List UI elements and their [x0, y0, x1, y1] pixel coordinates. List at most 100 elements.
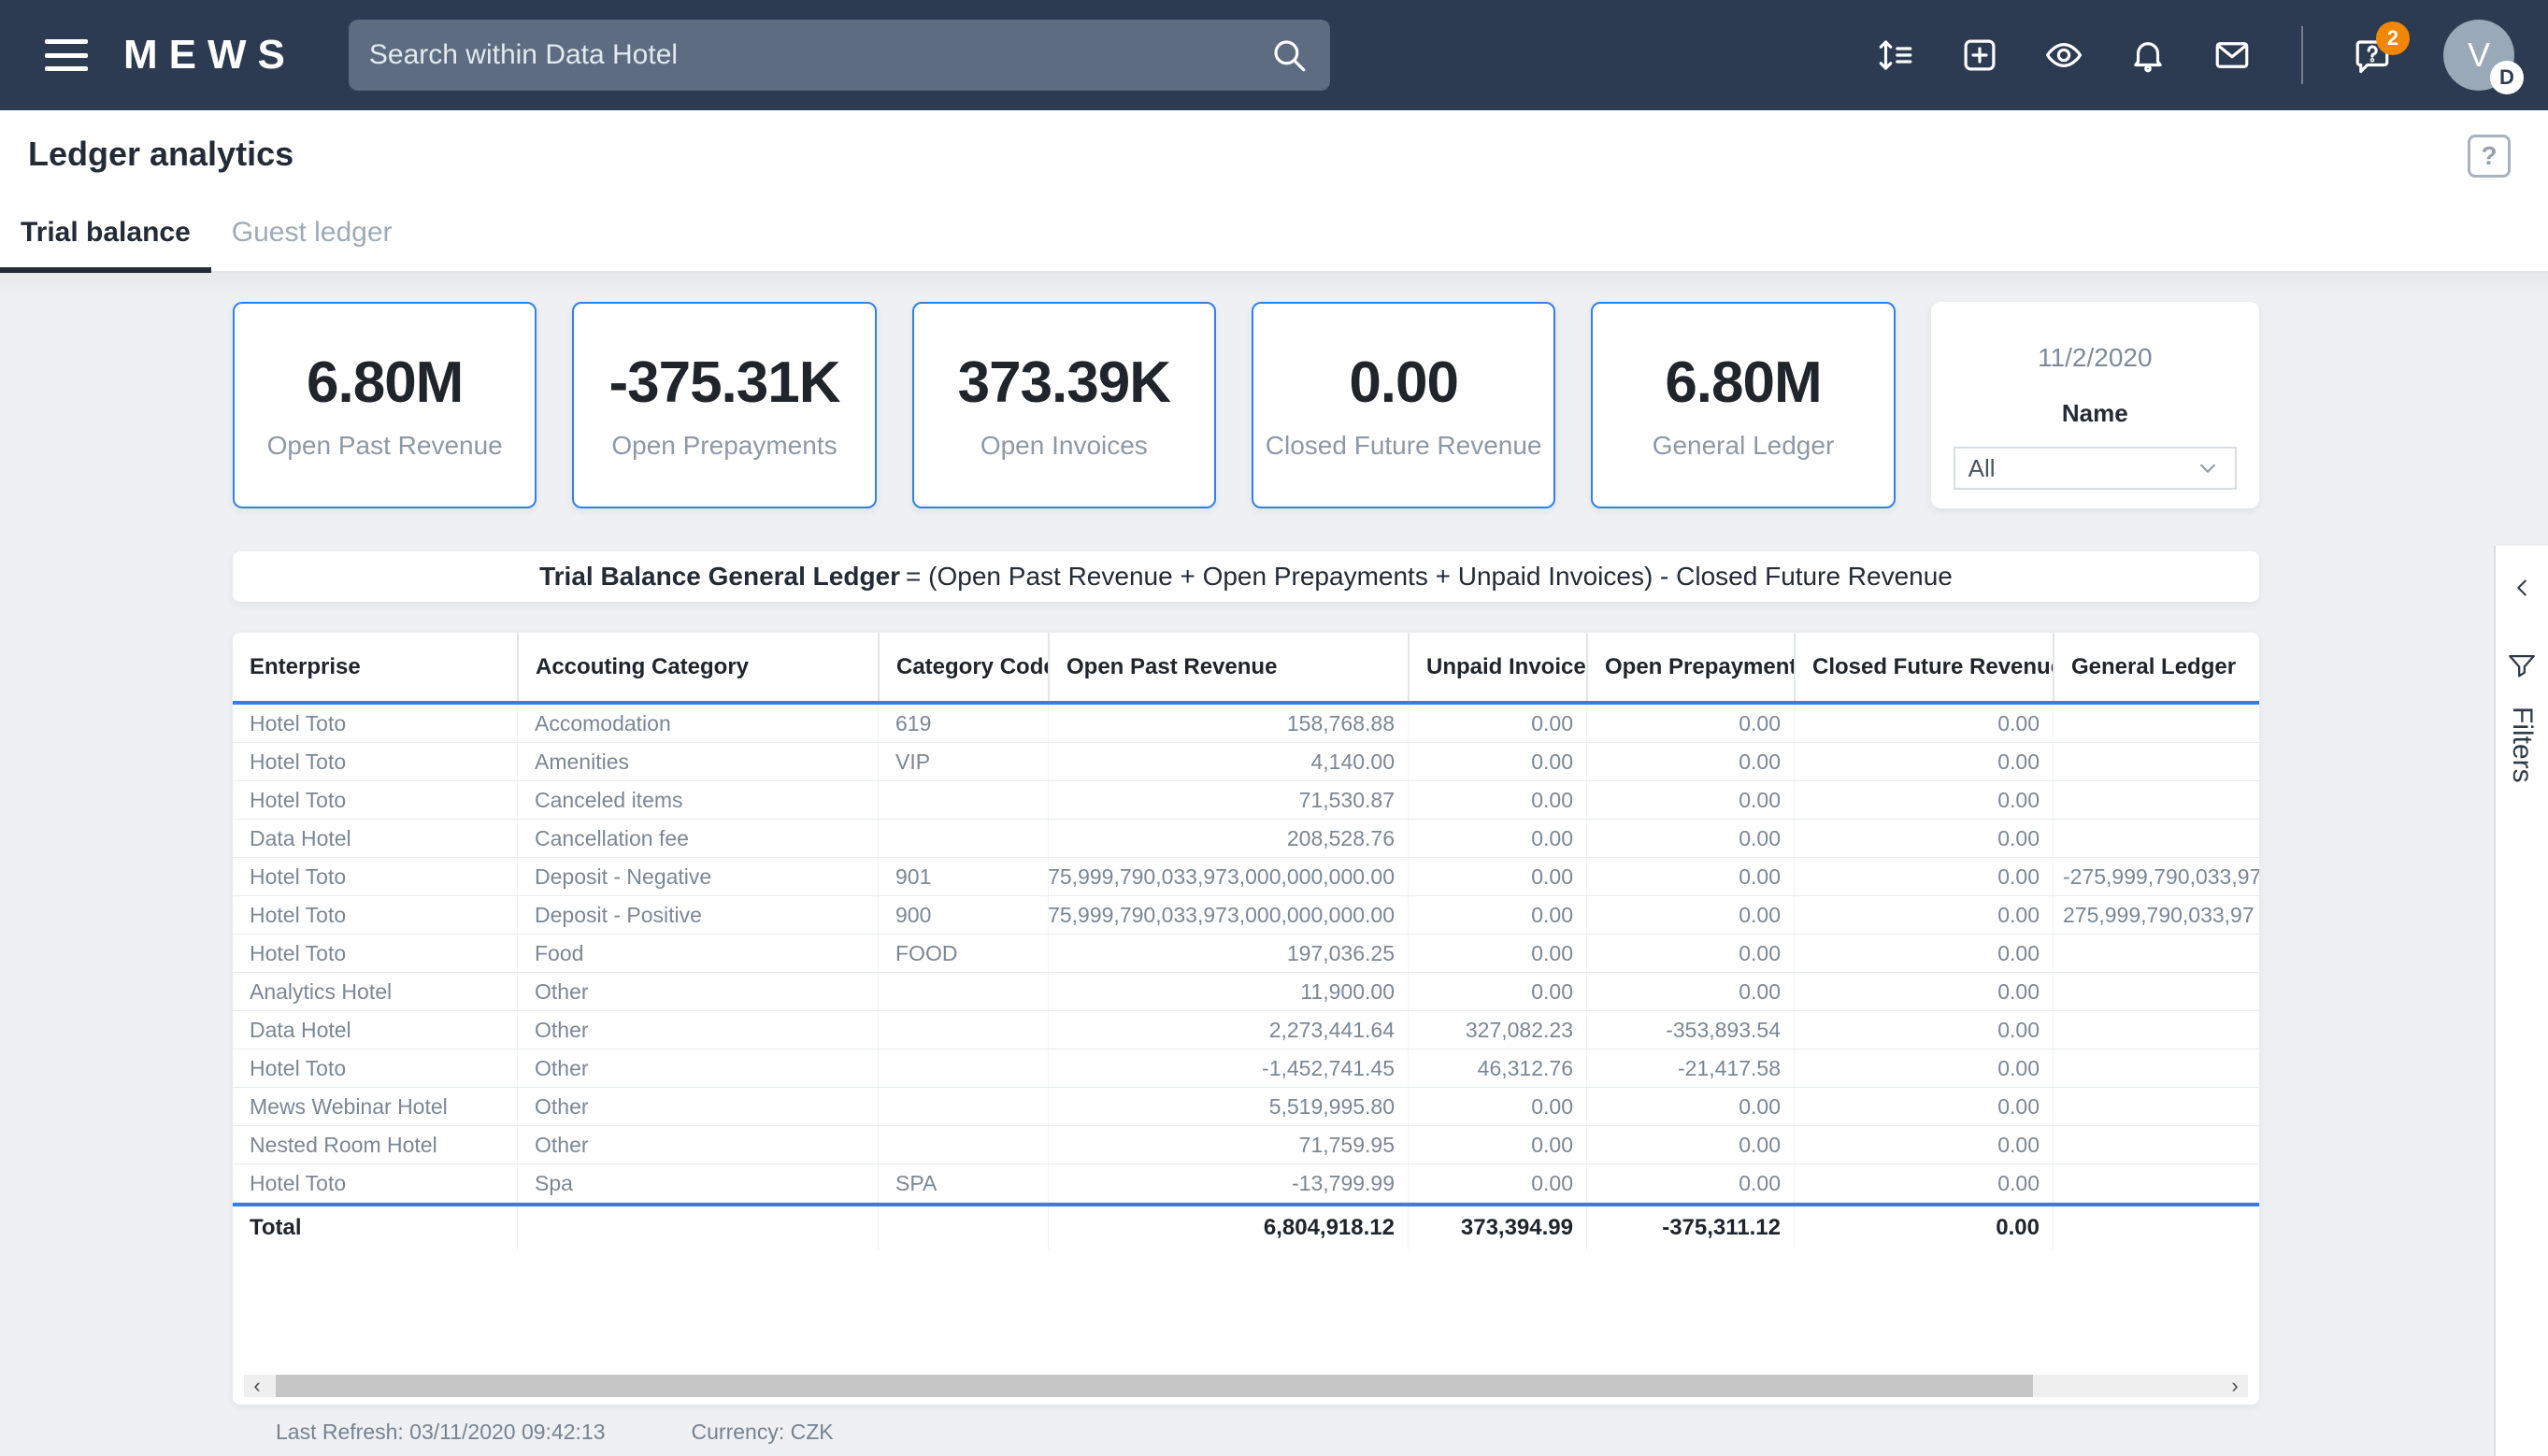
date-filter-card: 11/2/2020 Name All — [1930, 302, 2259, 508]
expand-filters-icon[interactable] — [2506, 572, 2538, 604]
table-cell: Data Hotel — [250, 825, 351, 850]
table-cell: 0.00 — [1408, 973, 1586, 1010]
table-cell: 0.00 — [1586, 935, 1794, 972]
search-input[interactable] — [368, 39, 1268, 71]
total-cell — [2053, 1206, 2259, 1249]
kpi-cards-row: 6.80M Open Past Revenue -375.31K Open Pr… — [233, 302, 2259, 508]
total-cell — [517, 1206, 878, 1249]
formula-text: = (Open Past Revenue + Open Prepayments … — [906, 562, 1953, 591]
table-cell: 0.00 — [1586, 973, 1794, 1010]
table-row: Hotel Toto Other -1,452,741.45 46,312.76 -21… — [233, 1049, 2259, 1088]
table-cell: Food — [517, 935, 878, 972]
avatar-sub-badge: D — [2490, 61, 2524, 94]
table-cell: 0.00 — [1794, 781, 2053, 819]
table-cell: FOOD — [878, 935, 1048, 972]
kpi-label: Open Prepayments — [611, 431, 837, 460]
table-cell: Hotel Toto — [250, 787, 347, 812]
last-refresh-text: Last Refresh: 03/11/2020 09:42:13 — [276, 1420, 606, 1444]
table-cell: Mews Webinar Hotel — [250, 1093, 448, 1119]
menu-icon[interactable] — [45, 39, 88, 71]
table-cell: 0.00 — [1408, 896, 1586, 934]
kpi-general-ledger[interactable]: 6.80M General Ledger — [1591, 302, 1896, 508]
table-cell: VIP — [878, 743, 1048, 780]
table-cell: 0.00 — [1586, 820, 1794, 857]
table-cell: -353,893.54 — [1586, 1011, 1794, 1049]
scrollbar-thumb[interactable] — [276, 1375, 2033, 1397]
table-cell: 0.00 — [1408, 781, 1586, 819]
kpi-open-invoices[interactable]: 373.39K Open Invoices — [911, 302, 1216, 508]
column-header: Enterprise — [250, 653, 361, 679]
table-cell — [878, 1049, 1048, 1087]
table-cell — [878, 1011, 1048, 1049]
kpi-value: 373.39K — [957, 350, 1171, 415]
tab-bar: Trial balance Guest ledger — [0, 204, 413, 273]
table-total-row: Total 6,804,918.12 373,394.99 -375,311.12 0.… — [233, 1203, 2259, 1249]
tab-trial-balance[interactable]: Trial balance — [0, 204, 211, 273]
table-cell — [2053, 1164, 2259, 1202]
table-cell: 208,528.76 — [1048, 820, 1408, 857]
formula-title: Trial Balance General Ledger — [539, 562, 901, 591]
table-cell: 71,530.87 — [1048, 781, 1408, 819]
table-cell — [2053, 1011, 2259, 1049]
table-cell: 2,273,441.64 — [1048, 1011, 1408, 1049]
table-cell: 0.00 — [1408, 1088, 1586, 1125]
eye-icon[interactable] — [2043, 35, 2084, 76]
table-cell: Deposit - Negative — [517, 858, 878, 895]
column-header: Accouting Category — [517, 633, 878, 701]
name-filter-dropdown[interactable]: All — [1953, 447, 2237, 490]
table-cell: 275,999,790,033,973,000,000,000.00 — [1048, 896, 1408, 934]
table-cell: 0.00 — [1794, 896, 2053, 934]
scroll-right-arrow[interactable]: › — [2222, 1374, 2248, 1397]
table-cell — [878, 973, 1048, 1010]
table-cell: -1,452,741.45 — [1048, 1049, 1408, 1087]
tab-guest-ledger[interactable]: Guest ledger — [211, 204, 413, 271]
table-cell: Hotel Toto — [250, 749, 347, 774]
table-cell: 158,768.88 — [1048, 705, 1408, 742]
table-cell — [878, 1126, 1048, 1163]
notification-badge: 2 — [2376, 21, 2410, 55]
total-cell: 373,394.99 — [1408, 1206, 1586, 1249]
search-bar[interactable] — [348, 20, 1330, 91]
column-header: General Ledger — [2053, 633, 2259, 701]
table-cell — [2053, 1088, 2259, 1125]
sort-list-icon[interactable] — [1875, 35, 1916, 76]
total-cell: 0.00 — [1794, 1206, 2053, 1249]
mews-logo[interactable]: MEWS — [123, 32, 296, 79]
table-cell — [2053, 743, 2259, 780]
table-cell — [878, 1088, 1048, 1125]
search-icon[interactable] — [1268, 35, 1310, 76]
table-cell: 901 — [878, 858, 1048, 895]
table-row: Hotel Toto Deposit - Positive 900 275,999,7… — [233, 896, 2259, 935]
table-row: Hotel Toto Food FOOD 197,036.25 0.00 0.00 0.00 — [233, 935, 2259, 973]
table-cell: 0.00 — [1408, 1126, 1586, 1163]
table-cell — [2053, 1049, 2259, 1087]
table-cell: 0.00 — [1794, 705, 2053, 742]
table-cell: Hotel Toto — [250, 1055, 347, 1080]
table-cell: Hotel Toto — [250, 902, 347, 927]
help-chat-icon[interactable]: 2 — [2352, 21, 2410, 76]
filter-funnel-icon[interactable] — [2505, 649, 2539, 682]
table-cell: -13,799.99 — [1048, 1164, 1408, 1202]
chevron-down-icon — [2199, 464, 2216, 474]
table-cell — [2053, 973, 2259, 1010]
mail-icon[interactable] — [2212, 35, 2253, 76]
scroll-left-arrow[interactable]: ‹ — [244, 1374, 270, 1397]
kpi-open-past-revenue[interactable]: 6.80M Open Past Revenue — [233, 302, 537, 508]
table-cell: 0.00 — [1794, 1164, 2053, 1202]
add-icon[interactable] — [1959, 35, 2000, 76]
table-cell — [878, 820, 1048, 857]
avatar[interactable]: V D — [2443, 20, 2524, 94]
total-cell — [878, 1206, 1048, 1249]
kpi-label: Open Past Revenue — [266, 431, 503, 460]
horizontal-scrollbar[interactable]: ‹ › — [244, 1374, 2248, 1397]
page-help-icon[interactable]: ? — [2468, 135, 2511, 178]
kpi-label: General Ledger — [1652, 431, 1835, 460]
table-cell: 0.00 — [1586, 743, 1794, 780]
kpi-closed-future-revenue[interactable]: 0.00 Closed Future Revenue — [1251, 302, 1556, 508]
filters-label: Filters — [2507, 707, 2538, 783]
kpi-open-prepayments[interactable]: -375.31K Open Prepayments — [572, 302, 877, 508]
table-cell: 197,036.25 — [1048, 935, 1408, 972]
notifications-icon[interactable] — [2127, 35, 2169, 76]
filters-rail: Filters — [2494, 546, 2548, 1456]
table-cell: Other — [517, 973, 878, 1010]
